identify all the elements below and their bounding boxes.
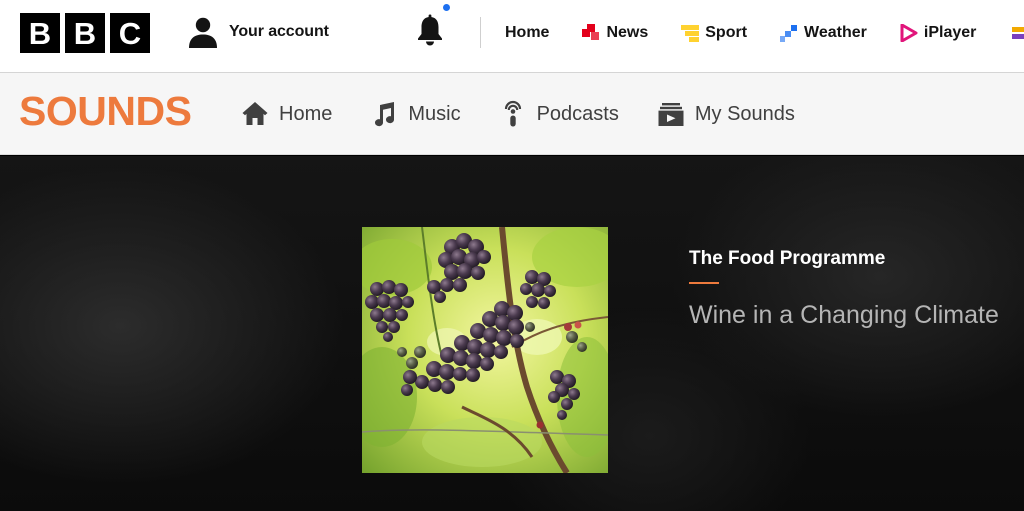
- bbc-global-nav: Home News Sport Weather iPlayer: [505, 0, 1024, 66]
- iplayer-icon: [900, 24, 918, 42]
- sounds-nav-home[interactable]: Home: [241, 100, 332, 128]
- sounds-nav-podcasts[interactable]: Podcasts: [499, 100, 619, 128]
- hero-featured-episode: The Food Programme Wine in a Changing Cl…: [0, 156, 1024, 511]
- sounds-nav: Home Music Podcasts My Sounds: [241, 73, 833, 155]
- notification-dot: [443, 4, 450, 11]
- episode-artwork[interactable]: [362, 227, 608, 473]
- nav-weather[interactable]: Weather: [780, 0, 867, 66]
- nav-home[interactable]: Home: [505, 0, 549, 66]
- nav-iplayer[interactable]: iPlayer: [900, 0, 976, 66]
- nav-more[interactable]: [1009, 0, 1024, 66]
- nav-home-label: Home: [505, 24, 550, 41]
- nav-sport-label: Sport: [705, 24, 748, 41]
- sounds-header: SOUNDS Home Music Podcasts My Sounds: [0, 73, 1024, 155]
- nav-news[interactable]: News: [582, 0, 648, 66]
- sounds-nav-my-sounds-label: My Sounds: [694, 102, 795, 125]
- podcast-icon: [504, 100, 521, 127]
- sport-icon: [681, 25, 700, 42]
- sounds-nav-music[interactable]: Music: [370, 100, 461, 128]
- nav-weather-label: Weather: [804, 24, 867, 41]
- bbc-logo-letter: B: [20, 13, 60, 53]
- nav-sport[interactable]: Sport: [681, 0, 747, 66]
- episode-title[interactable]: Wine in a Changing Climate: [689, 301, 999, 330]
- news-icon: [582, 24, 600, 40]
- nav-news-label: News: [606, 24, 649, 41]
- sounds-logo[interactable]: SOUNDS: [19, 91, 192, 132]
- user-icon: [189, 17, 217, 48]
- sounds-nav-home-label: Home: [279, 102, 333, 125]
- bbc-logo-letter: B: [65, 13, 105, 53]
- sounds-nav-podcasts-label: Podcasts: [536, 102, 619, 125]
- music-note-icon: [375, 102, 395, 127]
- more-icon: [1012, 27, 1024, 39]
- nav-iplayer-label: iPlayer: [923, 24, 977, 41]
- bbc-global-header: B B C Your account Home News Sport Weath…: [0, 0, 1024, 73]
- account-link[interactable]: Your account: [186, 15, 329, 49]
- weather-icon: [780, 25, 798, 42]
- show-title-link[interactable]: The Food Programme: [689, 248, 885, 270]
- my-sounds-icon: [658, 103, 684, 126]
- sounds-nav-music-label: Music: [408, 102, 461, 125]
- title-accent-rule: [689, 282, 719, 284]
- grapes-artwork-image: [362, 227, 608, 473]
- account-label: Your account: [229, 23, 329, 40]
- bbc-logo-letter: C: [110, 13, 150, 53]
- bbc-logo[interactable]: B B C: [20, 13, 150, 53]
- house-icon: [242, 102, 268, 125]
- sounds-nav-my-sounds[interactable]: My Sounds: [657, 100, 795, 128]
- header-divider: [480, 17, 481, 48]
